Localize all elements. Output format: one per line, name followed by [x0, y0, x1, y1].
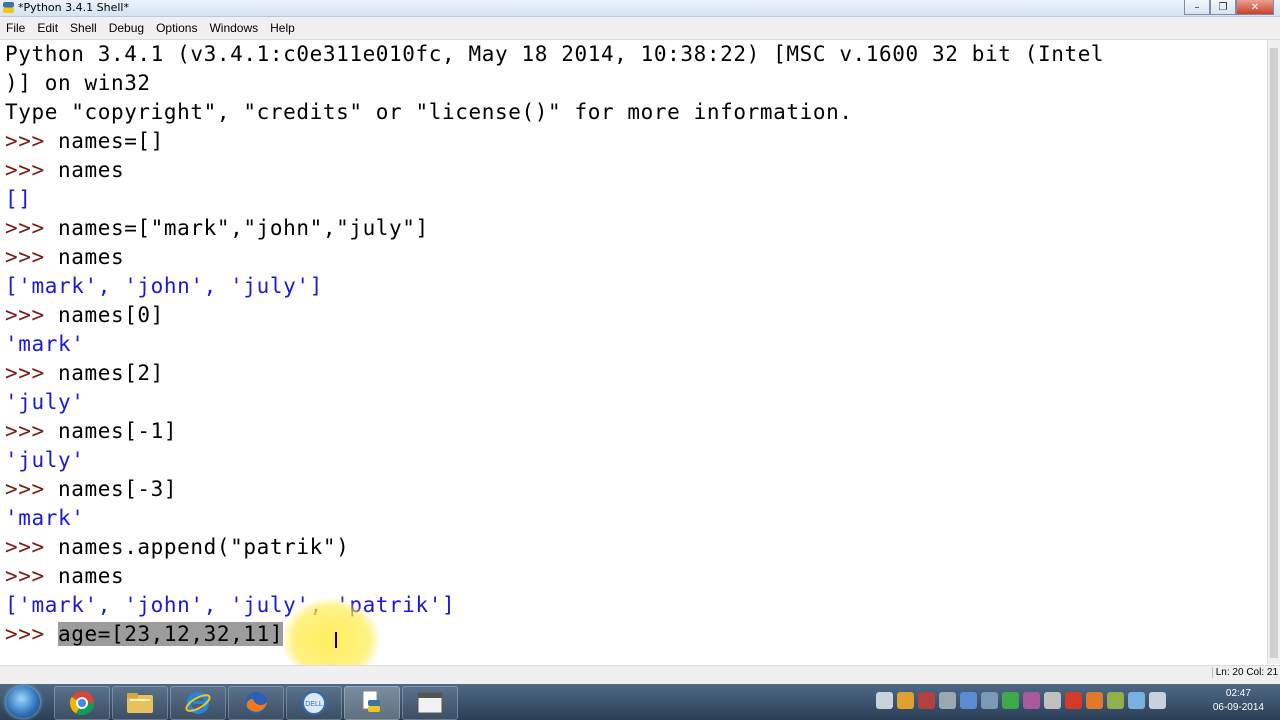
command-text: names=[]: [44, 129, 164, 153]
line-column-indicator: Ln: 20 Col: 21: [1211, 667, 1278, 678]
command-text: names[0]: [44, 303, 164, 327]
menu-bar: File Edit Shell Debug Options Windows He…: [0, 17, 1280, 40]
tray-app-icon[interactable]: [1023, 692, 1040, 709]
prompt: >>>: [5, 535, 45, 559]
command-text: names: [44, 245, 125, 269]
prompt: >>>: [5, 622, 45, 646]
clock-date: 06-09-2014: [1212, 702, 1264, 713]
prompt: >>>: [5, 245, 45, 269]
taskbar: DELL 02:47 06-09-2014: [0, 684, 1280, 720]
svg-text:DELL: DELL: [305, 701, 323, 708]
menu-file[interactable]: File: [0, 17, 31, 39]
close-button[interactable]: ✕: [1236, 0, 1274, 15]
input-line: >>> names=[]: [5, 127, 164, 156]
input-line: >>> names[0]: [5, 301, 164, 330]
output-line: ['mark', 'john', 'july']: [5, 274, 323, 298]
minimize-button[interactable]: –: [1184, 0, 1210, 15]
tray-notification-icon[interactable]: [1086, 692, 1103, 709]
prompt: >>>: [5, 158, 45, 182]
tray-security-icon[interactable]: [918, 692, 935, 709]
prompt: >>>: [5, 216, 45, 240]
python-icon: [3, 2, 14, 13]
file-explorer-icon[interactable]: [112, 686, 168, 720]
tray-pdf-icon[interactable]: [1065, 692, 1082, 709]
current-input-line[interactable]: >>> age=[23,12,32,11]: [5, 620, 284, 649]
banner-line: Type "copyright", "credits" or "license(…: [5, 100, 853, 124]
window-title: *Python 3.4.1 Shell*: [18, 1, 129, 14]
banner-line: )] on win32: [5, 71, 151, 95]
menu-windows[interactable]: Windows: [203, 17, 264, 39]
text-cursor-icon: [335, 632, 339, 648]
dell-icon[interactable]: DELL: [286, 686, 342, 720]
tray-flag-icon[interactable]: [1107, 692, 1124, 709]
tray-window-icon[interactable]: [876, 692, 893, 709]
input-line: >>> names[2]: [5, 359, 164, 388]
tray-volume-icon[interactable]: [1149, 692, 1166, 709]
output-line: 'mark': [5, 506, 85, 530]
prompt: >>>: [5, 303, 45, 327]
chrome-icon[interactable]: [54, 686, 110, 720]
input-line: >>> names=["mark","john","july"]: [5, 214, 429, 243]
tray-display-icon[interactable]: [981, 692, 998, 709]
scrollbar-thumb[interactable]: [1270, 48, 1278, 658]
input-line: >>> names[-1]: [5, 417, 177, 446]
maximize-button[interactable]: ❐: [1210, 0, 1236, 15]
prompt: >>>: [5, 361, 45, 385]
tray-network-icon[interactable]: [960, 692, 977, 709]
menu-shell[interactable]: Shell: [64, 17, 103, 39]
tray-power-icon[interactable]: [1128, 692, 1145, 709]
start-button[interactable]: [6, 686, 40, 718]
selected-input-text[interactable]: age=[23,12,32,11]: [57, 622, 284, 646]
input-line: >>> names: [5, 243, 124, 272]
prompt: >>>: [5, 477, 45, 501]
window-icon[interactable]: [402, 686, 458, 720]
input-line: >>> names[-3]: [5, 475, 177, 504]
command-text: names[-3]: [44, 477, 178, 501]
command-text: names[2]: [44, 361, 164, 385]
input-line: >>> names: [5, 562, 124, 591]
command-text: names.append("patrik"): [44, 535, 350, 559]
output-line: []: [5, 187, 32, 211]
menu-edit[interactable]: Edit: [31, 17, 64, 39]
python-idle-icon[interactable]: [344, 686, 400, 720]
firefox-icon[interactable]: [228, 686, 284, 720]
internet-explorer-icon[interactable]: [170, 686, 226, 720]
command-text: names: [44, 158, 125, 182]
tray-folder-icon[interactable]: [897, 692, 914, 709]
prompt: >>>: [5, 129, 45, 153]
prompt: >>>: [5, 564, 45, 588]
banner-line: Python 3.4.1 (v3.4.1:c0e311e010fc, May 1…: [5, 42, 1105, 66]
input-line: >>> names: [5, 156, 124, 185]
status-bar: Ln: 20 Col: 21: [0, 665, 1280, 684]
output-line: ['mark', 'john', 'july', 'patrik']: [5, 593, 456, 617]
command-text: names: [44, 564, 125, 588]
output-line: 'mark': [5, 332, 85, 356]
command-text: names=["mark","john","july"]: [44, 216, 429, 240]
shell-text-area[interactable]: Python 3.4.1 (v3.4.1:c0e311e010fc, May 1…: [0, 40, 1268, 664]
taskbar-clock[interactable]: 02:47 06-09-2014: [1213, 687, 1264, 715]
tray-device-icon[interactable]: [939, 692, 956, 709]
output-line: 'july': [5, 448, 85, 472]
tray-document-icon[interactable]: [1044, 692, 1061, 709]
vertical-scrollbar[interactable]: [1267, 40, 1280, 664]
tray-excel-icon[interactable]: [1002, 692, 1019, 709]
input-line: >>> names.append("patrik"): [5, 533, 349, 562]
output-line: 'july': [5, 390, 85, 414]
prompt: >>>: [5, 419, 45, 443]
menu-debug[interactable]: Debug: [103, 17, 150, 39]
menu-options[interactable]: Options: [150, 17, 203, 39]
menu-help[interactable]: Help: [264, 17, 301, 39]
system-tray: [876, 692, 1166, 709]
clock-time: 02:47: [1225, 688, 1251, 699]
title-bar: *Python 3.4.1 Shell* – ❐ ✕: [0, 0, 1280, 17]
command-text: names[-1]: [44, 419, 178, 443]
